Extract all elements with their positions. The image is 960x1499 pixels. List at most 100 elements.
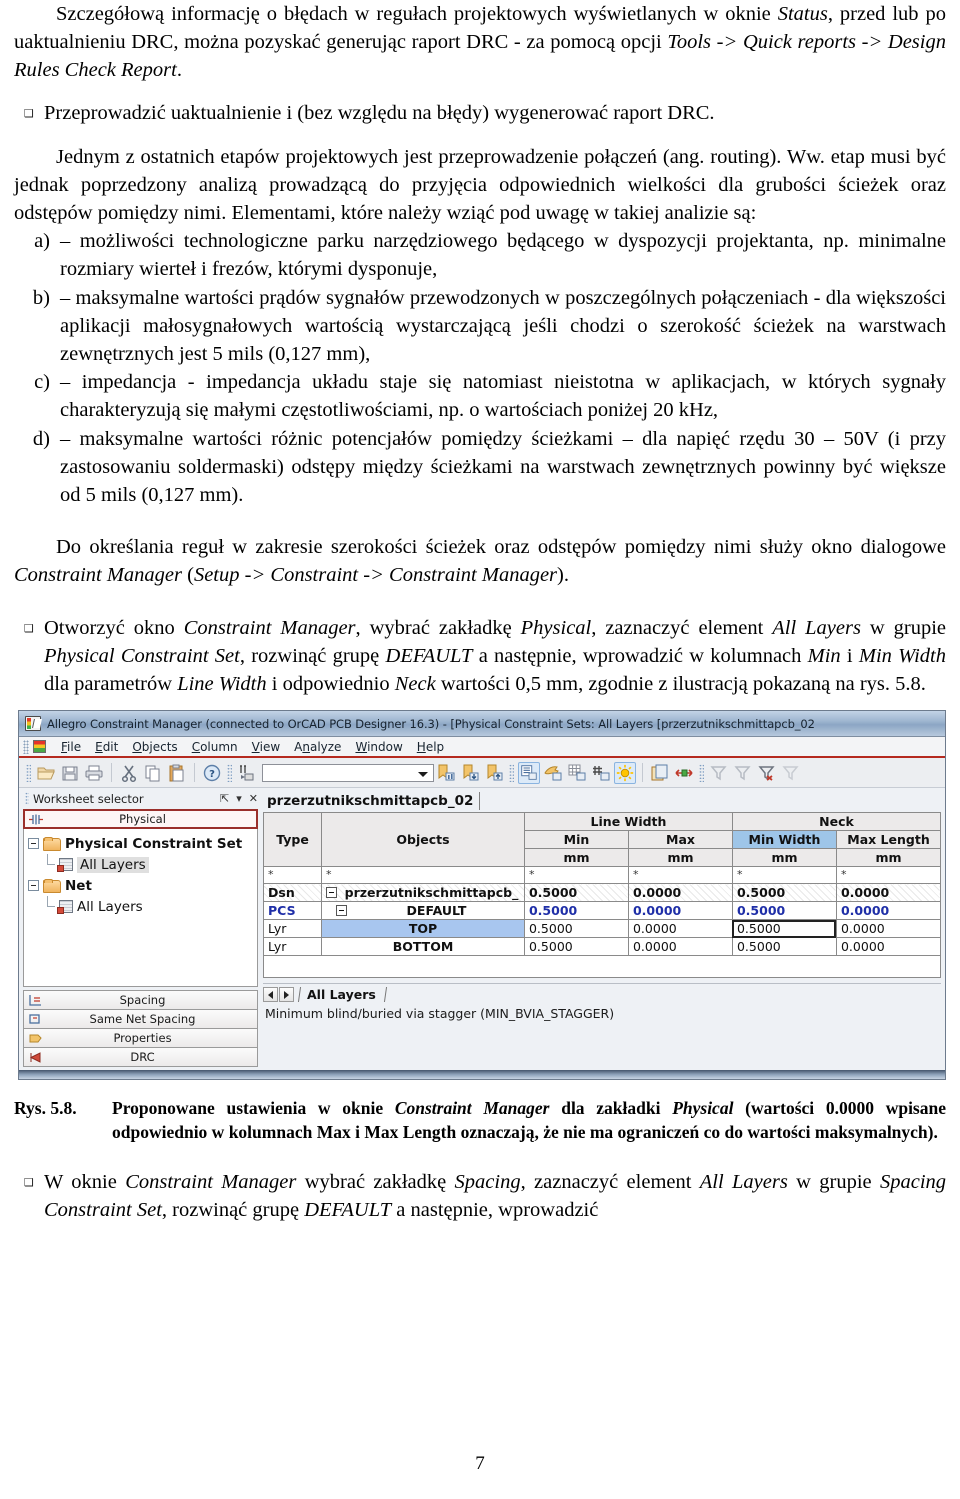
copy-icon[interactable] — [142, 762, 164, 784]
cell-neck-max-length[interactable]: 0.0000 — [835, 937, 942, 957]
filter-clear-icon[interactable] — [732, 762, 754, 784]
worksheet-tab-spacing[interactable]: Spacing — [23, 990, 258, 1011]
cell-neck-min-width[interactable]: 0.5000 — [731, 937, 837, 957]
open-folder-icon[interactable] — [35, 762, 57, 784]
hash-icon[interactable] — [590, 762, 612, 784]
column-header-lw-max[interactable]: Max — [627, 830, 733, 850]
cell-neck-min-width[interactable]: 0.5000 — [731, 919, 837, 939]
bookmark-chart-icon[interactable] — [435, 762, 457, 784]
filter-remove-icon[interactable] — [756, 762, 778, 784]
resize-icon[interactable] — [673, 762, 695, 784]
tree-node-net[interactable]: Net — [28, 875, 257, 896]
toolbar-grip-handle-3[interactable] — [509, 763, 514, 782]
filter-cell[interactable]: * — [835, 866, 942, 885]
chevron-down-icon[interactable] — [418, 771, 428, 777]
worksheet-tab-properties[interactable]: Properties — [23, 1028, 258, 1049]
column-header-type[interactable]: Type — [263, 812, 322, 868]
grid-icon[interactable] — [566, 762, 588, 784]
help-question-icon[interactable]: ? — [201, 762, 223, 784]
cell-objects[interactable]: przerzutnikschmittapcb_ — [321, 883, 525, 903]
table-row[interactable]: Lyr BOTTOM 0.5000 0.0000 0.5000 0.0000 — [263, 937, 942, 957]
menubar-grip-handle[interactable] — [23, 739, 29, 754]
expand-collapse-icon[interactable] — [28, 880, 39, 892]
cell-type[interactable]: Dsn — [263, 883, 322, 903]
tree-node-all-layers[interactable]: All Layers — [28, 854, 257, 875]
menu-objects[interactable]: Objects — [125, 739, 184, 755]
filter-cell[interactable]: * — [523, 866, 629, 885]
column-group-header-neck[interactable]: Neck — [731, 812, 942, 832]
menu-column[interactable]: Column — [185, 739, 245, 755]
worksheet-tab-same-net-spacing[interactable]: Same Net Spacing — [23, 1009, 258, 1030]
cell-type[interactable]: Lyr — [263, 919, 322, 939]
expand-collapse-icon[interactable] — [28, 838, 39, 850]
panel-grip-handle[interactable] — [25, 792, 29, 806]
filter-cell[interactable]: * — [731, 866, 837, 885]
bookmark-down-icon[interactable] — [459, 762, 481, 784]
column-group-header-line-width[interactable]: Line Width — [523, 812, 733, 832]
cell-neck-min-width[interactable]: 0.5000 — [731, 883, 837, 903]
cell-lw-min[interactable]: 0.5000 — [523, 901, 629, 921]
table-filter-row[interactable]: * * * * * * — [263, 866, 942, 885]
print-icon[interactable] — [83, 762, 105, 784]
sheet-tab-all-layers[interactable]: All Layers — [297, 987, 387, 1003]
menu-help[interactable]: Help — [410, 739, 451, 755]
bookmark-up-icon[interactable] — [483, 762, 505, 784]
menu-window[interactable]: Window — [348, 739, 409, 755]
tree-node-physical-constraint-set[interactable]: Physical Constraint Set — [28, 833, 257, 854]
menu-edit[interactable]: Edit — [88, 739, 125, 755]
cell-objects[interactable]: TOP — [321, 919, 525, 939]
mode-icon[interactable] — [542, 762, 564, 784]
cell-lw-max[interactable]: 0.0000 — [627, 901, 733, 921]
table-row[interactable]: Lyr TOP 0.5000 0.0000 0.5000 0.0000 — [263, 919, 942, 939]
filter-cell[interactable]: * — [627, 866, 733, 885]
cell-lw-max[interactable]: 0.0000 — [627, 919, 733, 939]
find-combo-input[interactable] — [262, 763, 434, 782]
close-icon[interactable]: ✕ — [249, 792, 258, 805]
column-header-lw-min[interactable]: Min — [523, 830, 629, 850]
cell-objects[interactable]: DEFAULT — [321, 901, 525, 921]
cell-neck-max-length[interactable]: 0.0000 — [835, 901, 942, 921]
worksheet-tab-drc[interactable]: DRC — [23, 1047, 258, 1068]
filter-refresh-icon[interactable] — [708, 762, 730, 784]
cell-lw-min[interactable]: 0.5000 — [523, 883, 629, 903]
highlight-sun-icon[interactable] — [614, 761, 636, 784]
tab-prev-button[interactable] — [263, 987, 278, 1003]
cell-neck-min-width[interactable]: 0.5000 — [731, 901, 837, 921]
cell-neck-max-length[interactable]: 0.0000 — [835, 919, 942, 939]
worksheet-tab-physical[interactable]: Physical — [23, 809, 258, 830]
expand-collapse-icon[interactable] — [336, 905, 347, 917]
show-list-icon[interactable] — [518, 761, 540, 784]
find-icon[interactable] — [236, 762, 258, 784]
cell-lw-max[interactable]: 0.0000 — [627, 937, 733, 957]
menu-analyze[interactable]: Analyze — [287, 739, 348, 755]
cell-lw-min[interactable]: 0.5000 — [523, 937, 629, 957]
tree-node-all-layers[interactable]: All Layers — [28, 896, 257, 917]
filter-cell[interactable]: * — [263, 866, 322, 885]
tab-next-button[interactable] — [279, 987, 294, 1003]
chevron-down-icon[interactable]: ▾ — [236, 792, 242, 805]
toolbar-grip-handle-2[interactable] — [227, 763, 232, 782]
cell-type[interactable]: PCS — [263, 901, 322, 921]
cell-type[interactable]: Lyr — [263, 937, 322, 957]
column-header-neck-max-length[interactable]: Max Length — [835, 830, 942, 850]
cell-lw-max[interactable]: 0.0000 — [627, 883, 733, 903]
cell-lw-min[interactable]: 0.5000 — [523, 919, 629, 939]
column-header-objects[interactable]: Objects — [321, 812, 525, 868]
pin-icon[interactable]: ⇱ — [220, 792, 229, 805]
filter-cell[interactable]: * — [321, 866, 525, 885]
table-row[interactable]: Dsn przerzutnikschmittapcb_ 0.5000 0.0000 0.… — [263, 883, 942, 903]
menu-view[interactable]: View — [245, 739, 287, 755]
filter-extra-icon[interactable] — [780, 762, 802, 784]
cell-neck-max-length[interactable]: 0.0000 — [835, 883, 942, 903]
menu-file[interactable]: File — [54, 739, 88, 755]
toolbar-grip-handle[interactable] — [26, 763, 31, 782]
cut-scissors-icon[interactable] — [118, 762, 140, 784]
paste-icon[interactable] — [166, 762, 188, 784]
cell-objects[interactable]: BOTTOM — [321, 937, 525, 957]
copy-window-icon[interactable] — [649, 762, 671, 784]
save-icon[interactable] — [59, 762, 81, 784]
expand-collapse-icon[interactable] — [326, 887, 337, 899]
toolbar-grip-handle-4[interactable] — [699, 763, 704, 782]
table-row[interactable]: PCS DEFAULT 0.5000 0.0000 0.5000 0.0000 — [263, 901, 942, 921]
column-header-neck-min-width[interactable]: Min Width — [731, 830, 837, 850]
